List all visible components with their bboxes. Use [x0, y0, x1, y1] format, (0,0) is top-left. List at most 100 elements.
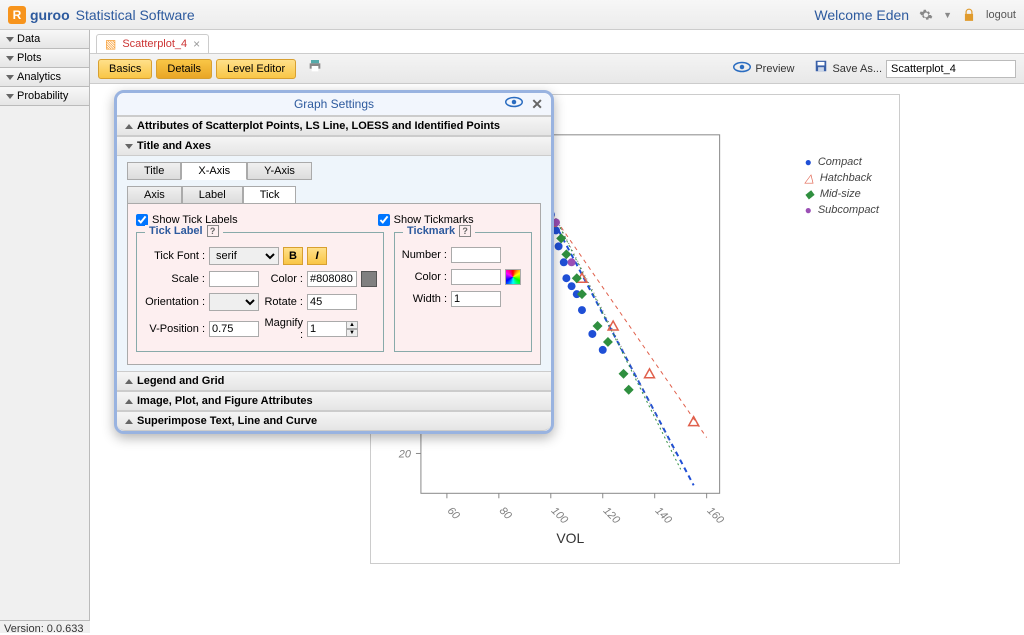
app-title: Statistical Software: [76, 7, 195, 23]
logo: R guroo: [8, 6, 70, 24]
svg-text:80: 80: [497, 505, 514, 522]
toolbar: Basics Details Level Editor Preview Save…: [90, 54, 1024, 84]
vposition-input[interactable]: [209, 321, 259, 337]
saveas-label: Save As...: [832, 63, 882, 75]
tab-title[interactable]: Title: [127, 162, 181, 180]
saveas-input[interactable]: [886, 60, 1016, 78]
subtab-axis[interactable]: Axis: [127, 186, 182, 203]
details-button[interactable]: Details: [156, 59, 212, 79]
color-input[interactable]: [307, 271, 357, 287]
subtab-tick[interactable]: Tick: [243, 186, 297, 203]
close-icon[interactable]: ✕: [531, 96, 543, 113]
rotate-label: Rotate :: [263, 296, 303, 308]
help-icon[interactable]: ?: [459, 225, 471, 237]
tab-yaxis[interactable]: Y-Axis: [247, 162, 312, 180]
svg-text:120: 120: [601, 505, 622, 526]
eye-icon[interactable]: [505, 96, 523, 111]
orientation-select[interactable]: [209, 293, 259, 311]
sidebar-label: Analytics: [17, 71, 61, 83]
orientation-label: Orientation :: [143, 296, 205, 308]
dropdown-icon[interactable]: ▼: [943, 10, 952, 20]
lock-icon: [962, 8, 976, 22]
section-legend-grid[interactable]: Legend and Grid: [117, 371, 551, 391]
level-editor-button[interactable]: Level Editor: [216, 59, 296, 79]
print-icon[interactable]: [306, 58, 324, 79]
close-icon[interactable]: ×: [193, 38, 200, 50]
scale-input[interactable]: [209, 271, 259, 287]
preview-label[interactable]: Preview: [755, 63, 794, 75]
chevron-up-icon: [125, 399, 133, 404]
color-picker-icon[interactable]: [505, 269, 521, 285]
sidebar-item-data[interactable]: Data: [0, 30, 89, 49]
color-label: Color :: [263, 273, 303, 285]
top-bar: R guroo Statistical Software Welcome Ede…: [0, 0, 1024, 30]
number-input[interactable]: [451, 247, 501, 263]
rotate-input[interactable]: [307, 294, 357, 310]
section-label: Superimpose Text, Line and Curve: [137, 415, 317, 427]
ticklabel-fieldset: Tick Label? Tick Font : serif B I Scale …: [136, 232, 384, 352]
chevron-down-icon: [6, 75, 14, 80]
bold-button[interactable]: B: [283, 247, 303, 265]
version-label: Version: 0.0.633: [0, 620, 90, 633]
legend: ●Compact△Hatchback◆Mid-size●Subcompact: [805, 155, 879, 219]
svg-text:160: 160: [705, 505, 726, 526]
magnify-label: Magnify :: [263, 317, 303, 341]
subtab-label[interactable]: Label: [182, 186, 243, 203]
graph-settings-dialog: Graph Settings ✕ Attributes of Scatterpl…: [114, 90, 554, 434]
section-superimpose[interactable]: Superimpose Text, Line and Curve: [117, 411, 551, 431]
dialog-title-bar[interactable]: Graph Settings ✕: [117, 93, 551, 116]
spinner-up-button[interactable]: ▲: [346, 321, 358, 329]
svg-text:60: 60: [445, 505, 462, 522]
svg-text:VOL: VOL: [556, 530, 584, 546]
sidebar-item-analytics[interactable]: Analytics: [0, 68, 89, 87]
fieldset-legend: Tick Label: [149, 225, 203, 237]
chevron-down-icon: [6, 37, 14, 42]
tickmark-fieldset: Tickmark? Number : Color : Width :: [394, 232, 532, 352]
tick-font-label: Tick Font :: [143, 250, 205, 262]
logout-link[interactable]: logout: [986, 9, 1016, 21]
legend-item: △Hatchback: [805, 171, 879, 185]
tick-font-select[interactable]: serif: [209, 247, 279, 265]
save-icon[interactable]: [814, 59, 828, 78]
chevron-up-icon: [125, 419, 133, 424]
sidebar-item-probability[interactable]: Probability: [0, 87, 89, 106]
sidebar-item-plots[interactable]: Plots: [0, 49, 89, 68]
help-icon[interactable]: ?: [207, 225, 219, 237]
section-label: Attributes of Scatterplot Points, LS Lin…: [137, 120, 500, 132]
section-image-plot[interactable]: Image, Plot, and Figure Attributes: [117, 391, 551, 411]
section-attributes[interactable]: Attributes of Scatterplot Points, LS Lin…: [117, 116, 551, 136]
italic-button[interactable]: I: [307, 247, 327, 265]
color-swatch[interactable]: [361, 271, 377, 287]
logo-mark: R: [8, 6, 26, 24]
welcome-text: Welcome Eden: [814, 7, 909, 23]
basics-button[interactable]: Basics: [98, 59, 152, 79]
svg-text:20: 20: [398, 448, 411, 460]
width-input[interactable]: [451, 291, 501, 307]
dialog-title-text: Graph Settings: [294, 97, 374, 111]
chevron-down-icon: [6, 94, 14, 99]
legend-item: ●Subcompact: [805, 203, 879, 217]
section-label: Title and Axes: [137, 140, 211, 152]
eye-icon[interactable]: [733, 60, 751, 78]
tab-scatterplot[interactable]: ▧ Scatterplot_4 ×: [96, 34, 209, 53]
magnify-input[interactable]: [307, 321, 347, 337]
svg-text:100: 100: [549, 505, 570, 526]
section-title-axes[interactable]: Title and Axes: [117, 136, 551, 156]
tab-label: Scatterplot_4: [122, 38, 187, 50]
tab-xaxis[interactable]: X-Axis: [181, 162, 247, 180]
section-label: Legend and Grid: [137, 375, 224, 387]
sidebar-label: Probability: [17, 90, 68, 102]
gear-icon[interactable]: [919, 8, 933, 22]
chevron-down-icon: [6, 56, 14, 61]
legend-item: ◆Mid-size: [805, 187, 879, 201]
svg-text:140: 140: [653, 505, 674, 526]
sidebar-label: Plots: [17, 52, 41, 64]
logo-text: guroo: [30, 7, 70, 23]
scale-label: Scale :: [143, 273, 205, 285]
spinner-down-button[interactable]: ▼: [346, 329, 358, 337]
tab-strip: ▧ Scatterplot_4 ×: [90, 30, 1024, 54]
fieldset-legend: Tickmark: [407, 225, 455, 237]
section-body-title-axes: Title X-Axis Y-Axis Axis Label Tick Show…: [117, 156, 551, 371]
tickmark-color-input[interactable]: [451, 269, 501, 285]
tick-form-panel: Show Tick Labels Show Tickmarks Tick Lab…: [127, 203, 541, 365]
